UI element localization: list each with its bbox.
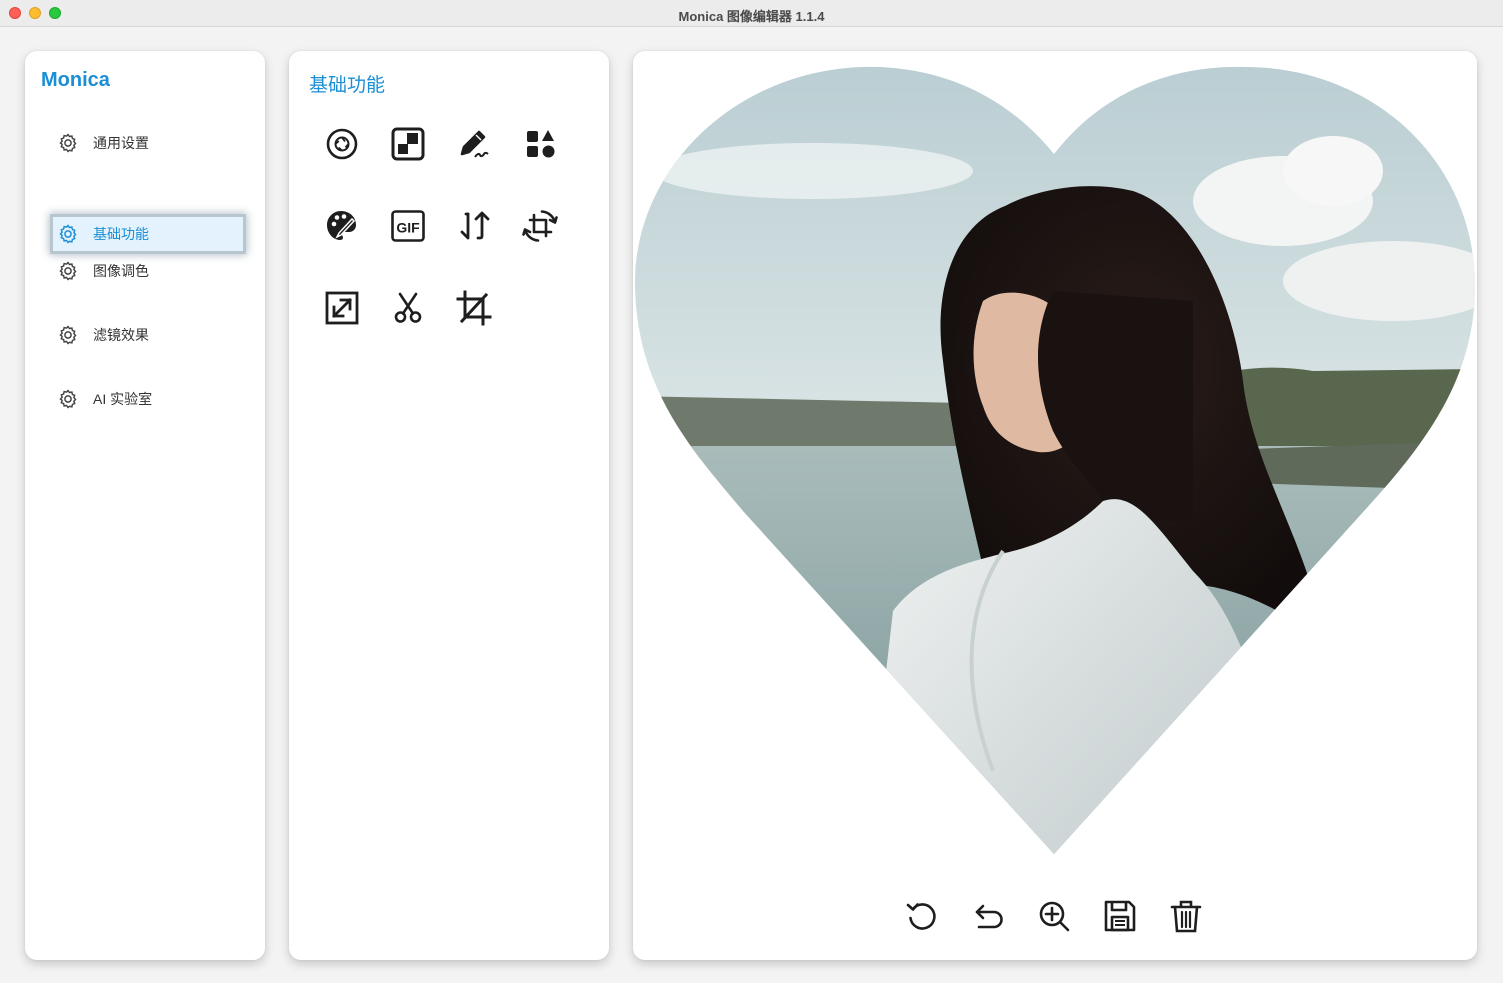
gif-icon: GIF [391, 210, 425, 242]
gear-icon [57, 132, 79, 154]
sidebar-item-filter-effects[interactable]: 滤镜效果 [53, 318, 243, 352]
undo-icon [975, 904, 1003, 929]
sidebar-item-label: AI 实验室 [93, 391, 153, 407]
scissors-icon [394, 292, 422, 323]
gear-icon [57, 223, 79, 245]
gear-icon [57, 324, 79, 346]
window-title: Monica 图像编辑器 1.1.4 [678, 9, 825, 24]
sidebar-item-label: 滤镜效果 [93, 327, 149, 343]
scissors-tool-button[interactable] [386, 286, 430, 330]
gif-label: GIF [396, 220, 420, 236]
heart-photo-preview [634, 66, 1475, 855]
gear-icon [57, 388, 79, 410]
brand-title: Monica [41, 69, 110, 91]
mosaic-icon [391, 127, 425, 161]
tool-panel-title: 基础功能 [309, 75, 386, 96]
zoom-in-button[interactable] [1034, 896, 1074, 936]
gif-tool-button[interactable]: GIF [386, 204, 430, 248]
rotate-crop-tool-button[interactable] [518, 204, 562, 248]
gear-icon [57, 260, 79, 282]
aperture-tool-button[interactable] [320, 122, 364, 166]
rotate-crop-icon [522, 210, 558, 242]
palette-tool-button[interactable] [320, 204, 364, 248]
shapes-icon [527, 130, 555, 158]
window-body: Monica 通用设置 基础功能 图像调色 滤镜效果 AI 实验室 基础功能 G… [0, 27, 1503, 983]
sidebar-item-basic-functions[interactable]: 基础功能 [53, 217, 243, 251]
aperture-icon [326, 128, 358, 160]
sidebar-item-ai-lab[interactable]: AI 实验室 [53, 382, 243, 416]
sidebar-item-label: 通用设置 [93, 135, 149, 151]
draw-tool-button[interactable] [452, 122, 496, 166]
resize-icon [325, 291, 359, 325]
sidebar-item-label: 基础功能 [93, 226, 149, 242]
sidebar: Monica 通用设置 基础功能 图像调色 滤镜效果 AI 实验室 [25, 51, 265, 960]
crop-icon [456, 290, 492, 326]
tool-panel: 基础功能 GIF [289, 51, 609, 960]
image-canvas[interactable] [633, 51, 1477, 960]
crop-tool-button[interactable] [452, 286, 496, 330]
save-button[interactable] [1100, 896, 1140, 936]
flip-icon [460, 211, 490, 240]
save-icon [1104, 900, 1136, 932]
redo-button[interactable] [902, 896, 942, 936]
delete-button[interactable] [1166, 896, 1206, 936]
undo-button[interactable] [968, 896, 1008, 936]
zoom-in-icon [1039, 901, 1070, 932]
sidebar-item-general-settings[interactable]: 通用设置 [53, 126, 243, 160]
flip-tool-button[interactable] [452, 204, 496, 248]
redo-icon [906, 903, 936, 930]
draw-icon [460, 130, 489, 158]
shapes-tool-button[interactable] [518, 122, 562, 166]
resize-tool-button[interactable] [320, 286, 364, 330]
sidebar-item-label: 图像调色 [93, 263, 149, 279]
delete-icon [1170, 900, 1202, 933]
mosaic-tool-button[interactable] [386, 122, 430, 166]
sidebar-item-image-color[interactable]: 图像调色 [53, 254, 243, 288]
palette-icon [327, 211, 356, 240]
title-bar: Monica 图像编辑器 1.1.4 [0, 0, 1503, 27]
